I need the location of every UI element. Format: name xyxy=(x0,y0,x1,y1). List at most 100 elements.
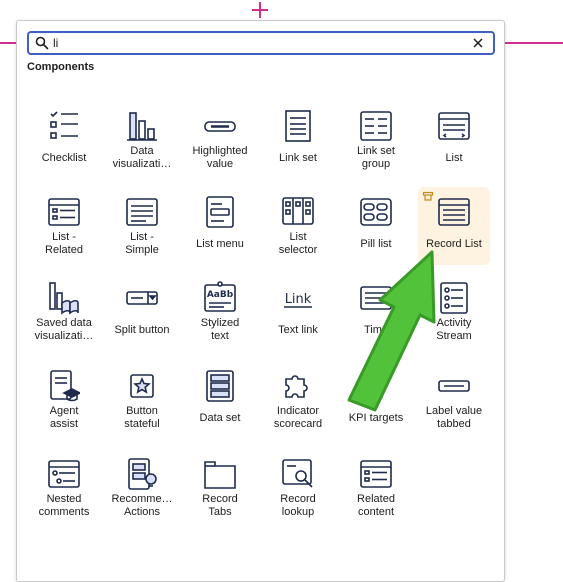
item-label: assist xyxy=(49,417,79,430)
component-tile-record-tabs[interactable]: Record Tabs xyxy=(184,449,256,527)
component-tile-list-selector[interactable]: List selector xyxy=(262,187,334,265)
component-tile-list-menu[interactable]: List menu xyxy=(184,187,256,265)
item-label: Related xyxy=(45,243,83,256)
kpi-targets-icon xyxy=(363,375,386,398)
item-label: Tabs xyxy=(208,505,232,518)
item-label: Data set xyxy=(199,412,241,424)
component-tile-nested-comments[interactable]: Nested comments xyxy=(28,449,100,527)
component-tile-button-stateful[interactable]: Button stateful xyxy=(106,361,178,439)
search-icon xyxy=(35,36,49,50)
item-label: KPI targets xyxy=(348,412,404,424)
list-icon xyxy=(438,112,470,140)
list-simple-icon xyxy=(126,198,158,226)
component-tile-saved-data-visualization[interactable]: Saved data visualizati… xyxy=(28,273,100,351)
section-title: Components xyxy=(27,61,95,73)
item-label: stateful xyxy=(124,417,160,430)
search-box[interactable] xyxy=(27,31,495,55)
item-label: List menu xyxy=(196,238,244,250)
stylized-text-icon: AaBb xyxy=(204,281,236,312)
component-tile-list-related[interactable]: List - Related xyxy=(28,187,100,265)
component-tile-data-set[interactable]: Data set xyxy=(184,361,256,439)
button-stateful-icon xyxy=(130,374,154,398)
component-tile-kpi-targets[interactable]: KPI targets xyxy=(340,361,412,439)
split-button-icon xyxy=(126,291,158,305)
close-icon[interactable] xyxy=(471,36,485,50)
component-tile-indicator-scorecard[interactable]: Indicator scorecard xyxy=(262,361,334,439)
agent-assist-icon xyxy=(50,370,80,402)
timeline-icon xyxy=(360,286,392,310)
item-label: Text link xyxy=(278,324,318,336)
saved-data-visualization-icon xyxy=(49,282,79,315)
record-list-icon xyxy=(438,198,470,226)
item-label: List - xyxy=(52,231,76,243)
item-label: Button xyxy=(126,405,158,417)
item-label: Split button xyxy=(114,324,170,336)
item-label: Recomme… xyxy=(111,493,173,505)
item-label: tabbed xyxy=(437,417,471,430)
item-label: content xyxy=(357,505,395,518)
item-label: Indicator xyxy=(276,405,320,417)
pin-icon xyxy=(422,191,434,201)
search-input[interactable] xyxy=(53,33,463,53)
component-tile-pill-list[interactable]: Pill list xyxy=(340,187,412,265)
item-label: Agent xyxy=(49,405,79,417)
item-label: Record xyxy=(280,493,316,505)
item-label: Simple xyxy=(125,243,159,256)
item-label: Record xyxy=(202,493,238,505)
item-label: Checklist xyxy=(41,152,87,164)
component-picker-panel: Components Checklist Datavisualizati… Hi… xyxy=(16,20,505,582)
item-label: Related xyxy=(357,493,395,505)
component-tile-stylized-text[interactable]: AaBb Stylized text xyxy=(184,273,256,351)
component-tile-related-content[interactable]: Related content xyxy=(340,449,412,527)
item-label: List xyxy=(289,231,307,243)
item-label: value xyxy=(206,157,234,170)
pill-list-icon xyxy=(360,198,392,226)
component-tile-highlighted-value[interactable]: Highlighted value xyxy=(184,101,256,179)
nested-comments-icon xyxy=(48,460,80,488)
component-tile-link-set-group[interactable]: Link set group xyxy=(340,101,412,179)
item-label: visualizati… xyxy=(34,329,94,342)
component-tile-record-lookup[interactable]: Record lookup xyxy=(262,449,334,527)
item-label: Stream xyxy=(436,329,472,342)
record-lookup-icon xyxy=(282,459,313,488)
svg-text:AaBb: AaBb xyxy=(207,290,234,300)
item-label: Highlighted xyxy=(192,145,248,157)
related-content-icon xyxy=(360,460,392,488)
component-tile-recommended-actions[interactable]: Recomme… Actions xyxy=(106,449,178,527)
component-tile-link-set[interactable]: Link set xyxy=(262,101,334,179)
link-set-group-icon xyxy=(360,111,392,141)
item-label: comments xyxy=(38,505,90,518)
recommended-actions-icon xyxy=(128,458,157,490)
component-tile-checklist[interactable]: Checklist xyxy=(28,101,100,179)
component-tile-text-link[interactable]: Link Text link xyxy=(262,273,334,351)
item-label: scorecard xyxy=(273,417,323,430)
text-link-icon: Link xyxy=(284,292,312,308)
item-label: Record List xyxy=(426,238,482,250)
component-tile-list[interactable]: List xyxy=(418,101,490,179)
item-label: lookup xyxy=(281,505,315,518)
component-tile-record-list[interactable]: Record List xyxy=(418,187,490,265)
component-tile-data-visualization[interactable]: Data visualizati… xyxy=(106,101,178,179)
link-set-icon xyxy=(285,110,311,142)
item-label: List - xyxy=(130,231,154,243)
activity-stream-icon xyxy=(440,282,468,314)
component-tile-split-button[interactable]: Split button xyxy=(106,273,178,351)
label-value-tabbed-icon xyxy=(438,380,470,392)
component-tile-agent-assist[interactable]: Agent assist xyxy=(28,361,100,439)
item-label: Link set xyxy=(357,145,395,157)
item-label: selector xyxy=(278,243,318,256)
item-label: visualizati… xyxy=(112,157,172,170)
item-label: Actions xyxy=(123,505,161,518)
component-tile-list-simple[interactable]: List - Simple xyxy=(106,187,178,265)
item-label: Saved data xyxy=(36,317,92,329)
component-tile-activity-stream[interactable]: Activity Stream xyxy=(418,273,490,351)
component-tile-label-value-tabbed[interactable]: Label value tabbed xyxy=(418,361,490,439)
list-menu-icon xyxy=(206,196,234,228)
data-set-icon xyxy=(206,370,234,402)
record-tabs-icon xyxy=(204,461,236,489)
item-label: Link set xyxy=(279,152,317,164)
component-tile-timeline[interactable]: Time xyxy=(340,273,412,351)
list-related-icon xyxy=(48,198,80,226)
bar-chart-icon xyxy=(127,112,157,141)
item-label: Activity xyxy=(436,317,472,329)
